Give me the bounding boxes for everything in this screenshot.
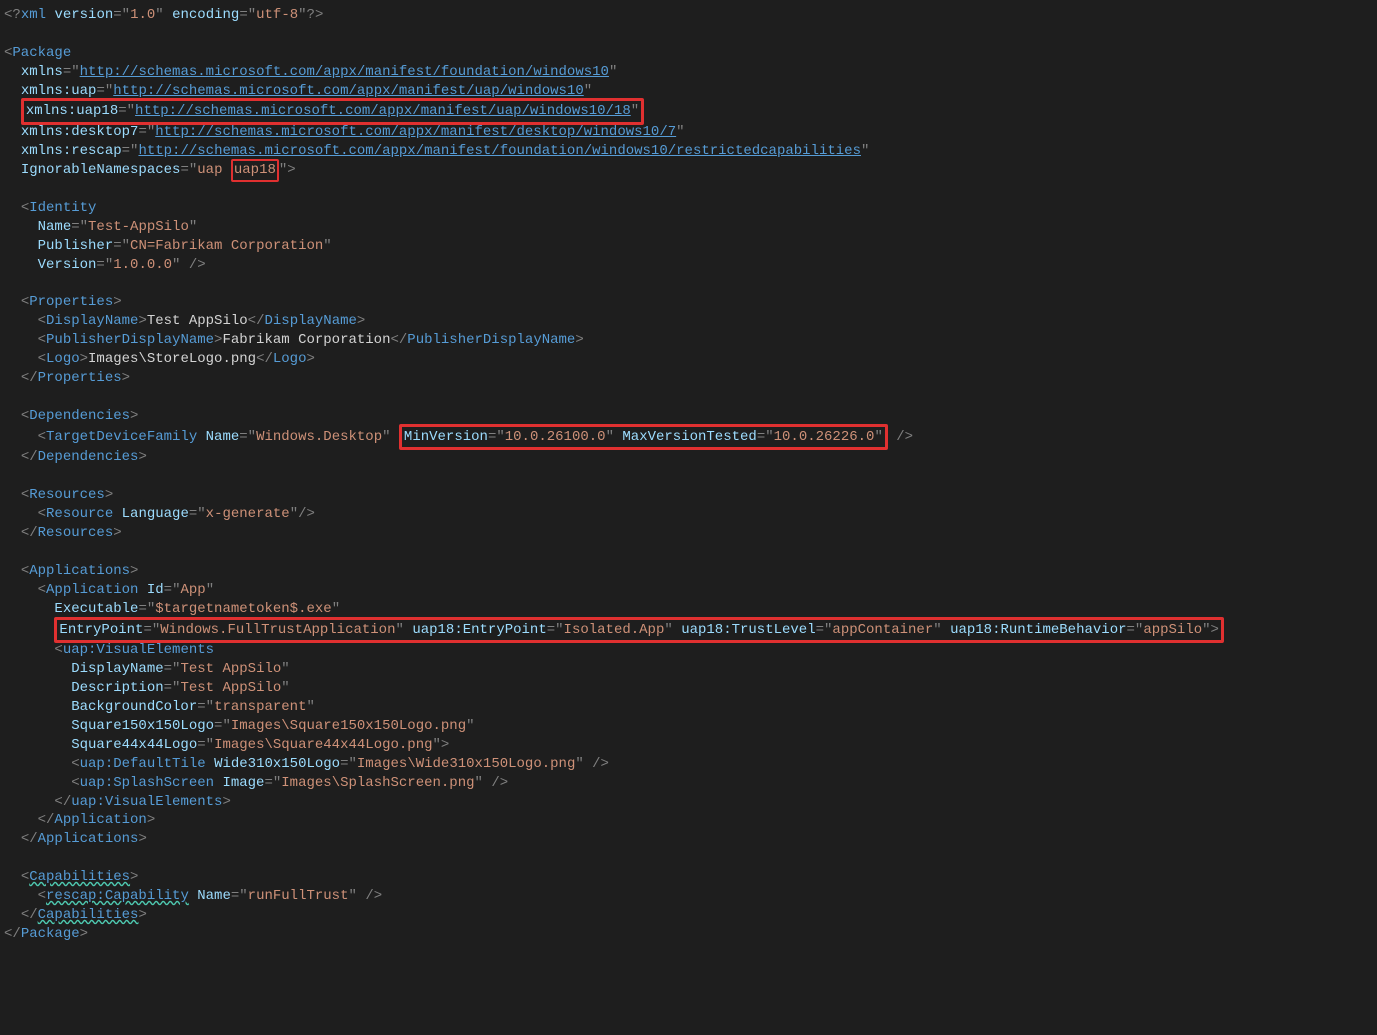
val-id-name: Test-AppSilo [88,219,189,235]
attr-cap-name: Name [197,888,231,904]
tag-capabilities: Capabilities [29,869,130,885]
attr-ve-bg: BackgroundColor [71,699,197,715]
tag-rescap-capability: rescap:Capability [46,888,189,904]
tag-logo: Logo [46,351,80,367]
val-version: 1.0 [130,7,155,23]
attr-tdf-name: Name [206,429,240,445]
attr-wide310: Wide310x150Logo [214,756,340,772]
attr-uap18-trust: uap18:TrustLevel [681,622,815,638]
attr-xmlns: xmlns [21,64,63,80]
attr-xmlns-desktop7: xmlns:desktop7 [21,124,139,140]
val-language: x-generate [206,506,290,522]
val-uap18-trust: appContainer [832,622,933,638]
attr-xmlns-rescap: xmlns:rescap [21,143,122,159]
tag-splash: uap:SplashScreen [80,775,214,791]
tag-resource: Resource [46,506,113,522]
val-splash: Images\SplashScreen.png [281,775,474,791]
attr-ve-displayname: DisplayName [71,661,163,677]
highlight-uap18: uap18 [231,159,279,182]
val-encoding: utf-8 [256,7,298,23]
highlight-entrypoint: EntryPoint="Windows.FullTrustApplication… [54,617,1224,644]
val-id-version: 1.0.0.0 [113,257,172,273]
val-ignorable-prefix: uap [197,162,231,178]
val-cap-name: runFullTrust [248,888,349,904]
tag-resources: Resources [29,487,105,503]
attr-app-id: Id [147,582,164,598]
val-displayname: Test AppSilo [147,313,248,329]
val-ignorable-uap18: uap18 [234,162,276,178]
tag-publisherdn: PublisherDisplayName [46,332,214,348]
val-minversion: 10.0.26100.0 [505,429,606,445]
attr-id-version: Version [38,257,97,273]
val-entrypoint: Windows.FullTrustApplication [160,622,395,638]
val-sq44: Images\Square44x44Logo.png [214,737,432,753]
link-xmlns-uap[interactable]: http://schemas.microsoft.com/appx/manife… [113,83,583,99]
tag-dependencies: Dependencies [29,408,130,424]
link-xmlns[interactable]: http://schemas.microsoft.com/appx/manife… [80,64,609,80]
val-ve-bg: transparent [214,699,306,715]
val-uap18-runtime: appSilo [1143,622,1202,638]
val-maxversion: 10.0.26226.0 [774,429,875,445]
tag-displayname: DisplayName [46,313,138,329]
tag-applications: Applications [29,563,130,579]
attr-uap18-runtime: uap18:RuntimeBehavior [950,622,1126,638]
val-executable: $targetnametoken$.exe [155,601,331,617]
attr-maxversion: MaxVersionTested [622,429,756,445]
attr-ve-description: Description [71,680,163,696]
tag-package: Package [12,45,71,61]
attr-image: Image [222,775,264,791]
attr-xmlns-uap18: xmlns:uap18 [26,103,118,119]
attr-encoding: encoding [172,7,239,23]
attr-sq44: Square44x44Logo [71,737,197,753]
val-id-publisher: CN=Fabrikam Corporation [130,238,323,254]
val-tdf-name: Windows.Desktop [256,429,382,445]
attr-entrypoint: EntryPoint [59,622,143,638]
xml-tag: xml [21,7,46,23]
attr-minversion: MinVersion [404,429,488,445]
code-editor: <?xml version="1.0" encoding="utf-8"?> <… [0,0,1377,950]
val-logo: Images\StoreLogo.png [88,351,256,367]
attr-ignorable: IgnorableNamespaces [21,162,181,178]
tag-identity: Identity [29,200,96,216]
tag-visualelements: uap:VisualElements [63,642,214,658]
tag-tdf: TargetDeviceFamily [46,429,197,445]
val-wide310: Images\Wide310x150Logo.png [357,756,575,772]
tag-application: Application [46,582,138,598]
highlight-versions: MinVersion="10.0.26100.0" MaxVersionTest… [399,424,888,451]
attr-uap18-entrypoint: uap18:EntryPoint [412,622,546,638]
val-uap18-entrypoint: Isolated.App [564,622,665,638]
attr-id-name: Name [38,219,72,235]
attr-language: Language [122,506,189,522]
val-sq150: Images\Square150x150Logo.png [231,718,466,734]
highlight-xmlns-uap18: xmlns:uap18="http://schemas.microsoft.co… [21,98,644,125]
link-xmlns-desktop7[interactable]: http://schemas.microsoft.com/appx/manife… [155,124,676,140]
link-xmlns-uap18[interactable]: http://schemas.microsoft.com/appx/manife… [135,103,631,119]
val-publisherdn: Fabrikam Corporation [222,332,390,348]
xml-open: <? [4,7,21,23]
attr-id-publisher: Publisher [38,238,114,254]
link-xmlns-rescap[interactable]: http://schemas.microsoft.com/appx/manife… [138,143,861,159]
attr-executable: Executable [54,601,138,617]
val-app-id: App [180,582,205,598]
val-ve-displayname: Test AppSilo [180,661,281,677]
val-ve-description: Test AppSilo [180,680,281,696]
tag-properties: Properties [29,294,113,310]
attr-version: version [54,7,113,23]
attr-xmlns-uap: xmlns:uap [21,83,97,99]
attr-sq150: Square150x150Logo [71,718,214,734]
tag-defaulttile: uap:DefaultTile [80,756,206,772]
